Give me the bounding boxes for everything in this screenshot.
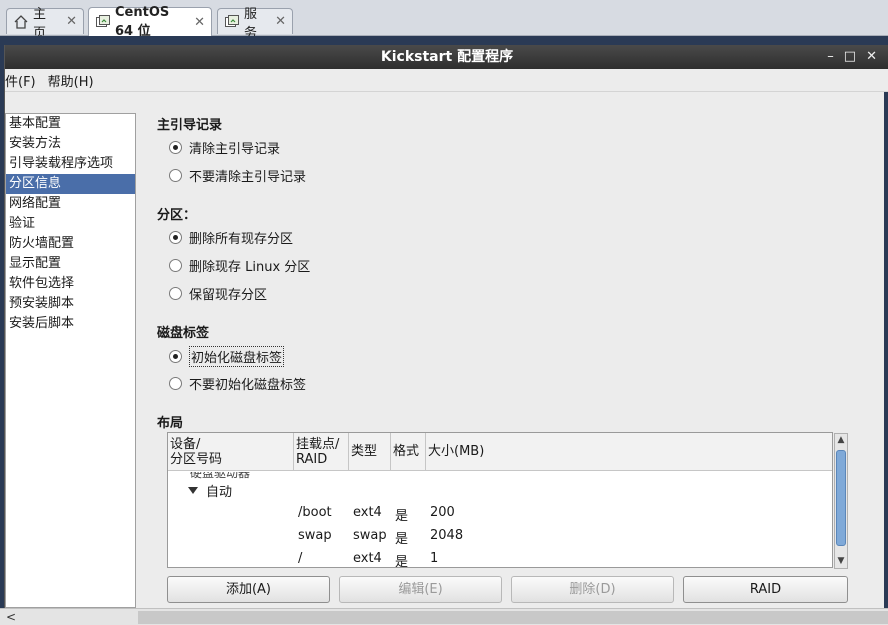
- tab-centos[interactable]: CentOS 64 位 ✕: [88, 5, 212, 39]
- tab-label: 服务: [244, 6, 258, 41]
- tab-home[interactable]: 主页 ✕: [6, 7, 84, 41]
- table-row[interactable]: / ext4 是 1: [168, 548, 832, 567]
- table-body: 硬盘驱动器 自动 /boot ext4 是 200 swap swap 是 20…: [168, 472, 832, 567]
- close-button[interactable]: ✕: [866, 45, 877, 69]
- tree-node-auto[interactable]: 自动: [188, 481, 232, 500]
- raid-button[interactable]: RAID: [683, 576, 848, 603]
- tab-label: CentOS 64 位: [115, 5, 170, 39]
- radio-remove-linux[interactable]: 删除现存 Linux 分区: [169, 256, 310, 275]
- scrollbar-thumb[interactable]: [836, 450, 846, 546]
- table-header: 设备/分区号码 挂载点/RAID 类型 格式 大小(MB): [168, 433, 832, 471]
- window-titlebar[interactable]: Kickstart 配置程序 – □ ✕: [5, 45, 888, 69]
- table-row[interactable]: /boot ext4 是 200: [168, 502, 832, 524]
- category-list: 基本配置 安装方法 引导装载程序选项 分区信息 网络配置 验证 防火墙配置 显示…: [5, 113, 136, 608]
- minimize-button[interactable]: –: [827, 45, 834, 69]
- sidebar-item-bootloader[interactable]: 引导装载程序选项: [6, 154, 135, 174]
- scroll-down-icon[interactable]: ▼: [835, 555, 847, 568]
- sidebar-item-partition[interactable]: 分区信息: [6, 174, 135, 194]
- tab-services[interactable]: 服务 ✕: [217, 7, 293, 41]
- radio-label: 删除所有现存分区: [189, 232, 294, 247]
- maximize-button[interactable]: □: [844, 45, 856, 69]
- menu-bar: 件(F) 帮助(H): [5, 69, 888, 92]
- sidebar-item-packages[interactable]: 软件包选择: [6, 274, 135, 294]
- sidebar-item-install-method[interactable]: 安装方法: [6, 134, 135, 154]
- radio-button[interactable]: [169, 287, 182, 300]
- sidebar-item-auth[interactable]: 验证: [6, 214, 135, 234]
- column-header-format[interactable]: 格式: [391, 433, 426, 470]
- radio-button[interactable]: [169, 141, 182, 154]
- radio-label: 清除主引导记录: [189, 142, 281, 157]
- close-icon[interactable]: ✕: [186, 15, 205, 30]
- close-icon[interactable]: ✕: [267, 14, 286, 29]
- menu-file[interactable]: 件(F): [5, 71, 42, 90]
- radio-clear-mbr[interactable]: 清除主引导记录: [169, 138, 280, 157]
- mbr-title: 主引导记录: [157, 118, 223, 133]
- column-header-size[interactable]: 大小(MB): [426, 433, 832, 470]
- edit-button[interactable]: 编辑(E): [339, 576, 502, 603]
- disklabel-title: 磁盘标签: [157, 326, 210, 341]
- table-row[interactable]: swap swap 是 2048: [168, 525, 832, 547]
- radio-label: 删除现存 Linux 分区: [189, 260, 311, 275]
- tree-node-harddrives[interactable]: 硬盘驱动器: [190, 472, 250, 481]
- home-icon: [13, 14, 29, 30]
- menu-help[interactable]: 帮助(H): [42, 71, 100, 90]
- radio-button[interactable]: [169, 169, 182, 182]
- column-header-type[interactable]: 类型: [349, 433, 391, 470]
- radio-button[interactable]: [169, 350, 182, 363]
- close-icon[interactable]: ✕: [58, 14, 77, 29]
- partitions-title: 分区：: [157, 208, 197, 223]
- sidebar-item-pre-script[interactable]: 预安装脚本: [6, 294, 135, 314]
- radio-label: 不要清除主引导记录: [189, 170, 307, 185]
- sidebar-item-network[interactable]: 网络配置: [6, 194, 135, 214]
- window-title: Kickstart 配置程序: [380, 49, 514, 65]
- radio-no-init-label[interactable]: 不要初始化磁盘标签: [169, 374, 306, 393]
- radio-keep-mbr[interactable]: 不要清除主引导记录: [169, 166, 306, 185]
- radio-remove-all[interactable]: 删除所有现存分区: [169, 228, 293, 247]
- sidebar-item-basic[interactable]: 基本配置: [6, 114, 135, 134]
- radio-preserve[interactable]: 保留现存分区: [169, 284, 267, 303]
- sidebar-item-post-script[interactable]: 安装后脚本: [6, 314, 135, 334]
- vm-tab-strip: 主页 ✕ CentOS 64 位 ✕ 服务 ✕: [0, 0, 888, 41]
- radio-button[interactable]: [169, 231, 182, 244]
- add-button[interactable]: 添加(A): [167, 576, 330, 603]
- column-header-mount[interactable]: 挂载点/RAID: [294, 433, 349, 470]
- vm-icon: [95, 14, 111, 30]
- scroll-up-icon[interactable]: ▲: [835, 434, 847, 447]
- sidebar-item-display[interactable]: 显示配置: [6, 254, 135, 274]
- layout-title: 布局: [157, 416, 184, 431]
- partition-panel: 主引导记录 清除主引导记录 不要清除主引导记录 分区： 删除所有现存分区 删除现…: [157, 113, 857, 613]
- expander-icon[interactable]: [188, 487, 198, 494]
- tab-label: 主页: [33, 6, 47, 41]
- partition-table[interactable]: 设备/分区号码 挂载点/RAID 类型 格式 大小(MB) 硬盘驱动器 自动 /…: [167, 432, 833, 568]
- radio-label: 保留现存分区: [189, 288, 268, 303]
- horizontal-scrollbar[interactable]: <: [0, 608, 888, 625]
- sidebar-item-firewall[interactable]: 防火墙配置: [6, 234, 135, 254]
- scroll-left-icon[interactable]: <: [6, 610, 16, 624]
- radio-button[interactable]: [169, 377, 182, 390]
- scrollbar-track[interactable]: [138, 611, 888, 624]
- radio-label: 不要初始化磁盘标签: [189, 378, 307, 393]
- column-header-device[interactable]: 设备/分区号码: [168, 433, 294, 470]
- radio-label: 初始化磁盘标签: [189, 346, 285, 367]
- delete-button[interactable]: 删除(D): [511, 576, 674, 603]
- table-scrollbar[interactable]: ▲ ▼: [834, 433, 848, 569]
- vm-icon: [224, 14, 240, 30]
- radio-button[interactable]: [169, 259, 182, 272]
- tree-node-label: 自动: [206, 485, 233, 500]
- radio-init-label[interactable]: 初始化磁盘标签: [169, 346, 285, 367]
